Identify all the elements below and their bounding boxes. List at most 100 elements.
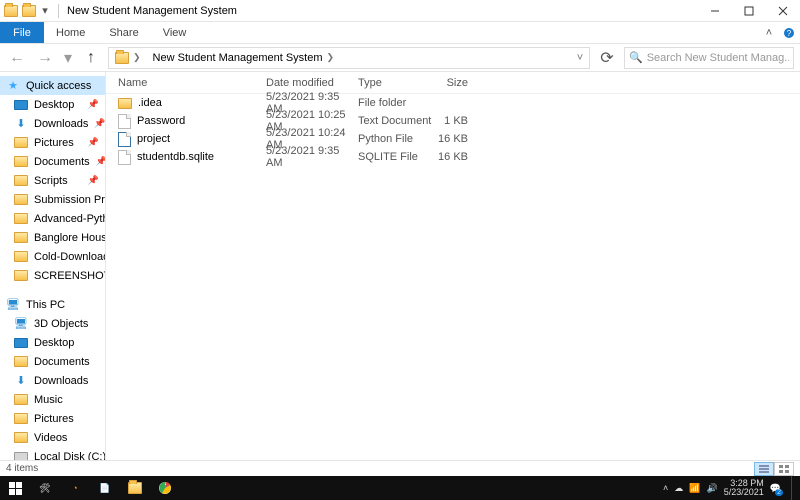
- nav-item[interactable]: Videos: [0, 428, 105, 447]
- taskbar-clock[interactable]: 3:28 PM 5/23/2021: [724, 479, 764, 498]
- help-button[interactable]: ?: [778, 22, 800, 43]
- nav-label: Downloads: [34, 118, 88, 130]
- nav-label: Cold-Downloader: [34, 251, 105, 263]
- nav-label: Music: [34, 394, 63, 406]
- nav-item[interactable]: ⬇ Downloads: [0, 371, 105, 390]
- file-type: Python File: [358, 133, 432, 145]
- nav-back[interactable]: ←: [6, 47, 28, 69]
- breadcrumb-segment[interactable]: New Student Management System: [153, 52, 323, 64]
- qat-dropdown[interactable]: ▾: [40, 4, 50, 18]
- nav-item[interactable]: Pictures 📌: [0, 133, 105, 152]
- pin-icon: 📌: [88, 137, 99, 148]
- nav-label: 3D Objects: [34, 318, 88, 330]
- search-input[interactable]: [647, 52, 789, 64]
- file-tab[interactable]: File: [0, 22, 44, 43]
- notifications-button[interactable]: 💬2: [770, 483, 781, 494]
- nav-item[interactable]: Local Disk (C:): [0, 447, 105, 460]
- column-headers: Name Date modified Type Size: [106, 72, 800, 94]
- col-date[interactable]: Date modified: [266, 77, 358, 89]
- breadcrumb-history-dropdown[interactable]: ˅: [573, 47, 587, 69]
- tray-volume-icon[interactable]: 🔊: [707, 483, 718, 494]
- search-box[interactable]: 🔍: [624, 47, 794, 69]
- taskbar-file-explorer[interactable]: [120, 476, 150, 500]
- taskbar-chrome[interactable]: [150, 476, 180, 500]
- file-row[interactable]: studentdb.sqlite 5/23/2021 9:35 AM SQLIT…: [106, 148, 800, 166]
- quick-access-toolbar: ▾: [0, 4, 63, 18]
- nav-item[interactable]: SCREENSHOTS: [0, 266, 105, 285]
- nav-item[interactable]: Submission Proje 📌: [0, 190, 105, 209]
- maximize-button[interactable]: [732, 0, 766, 22]
- nav-label: Videos: [34, 432, 67, 444]
- taskbar-app[interactable]: ◔: [60, 476, 90, 500]
- divider: [58, 4, 59, 18]
- pin-icon: 📌: [88, 175, 99, 186]
- clock-date: 5/23/2021: [724, 488, 764, 497]
- ribbon-collapse[interactable]: ˄: [760, 22, 778, 43]
- file-row[interactable]: .idea 5/23/2021 9:35 AM File folder: [106, 94, 800, 112]
- quick-access-root[interactable]: ★ Quick access: [0, 76, 105, 95]
- nav-forward[interactable]: →: [34, 47, 56, 69]
- folder-icon: [118, 98, 132, 109]
- nav-up[interactable]: ↑: [80, 47, 102, 69]
- nav-label: SCREENSHOTS: [34, 270, 105, 282]
- taskbar-app[interactable]: 🛠: [30, 476, 60, 500]
- col-type[interactable]: Type: [358, 77, 432, 89]
- chevron-right-icon: ❯: [327, 52, 335, 63]
- nav-label: Documents: [34, 356, 90, 368]
- tray-chevron-icon[interactable]: ˄: [663, 483, 668, 493]
- col-size[interactable]: Size: [432, 77, 474, 89]
- svg-text:?: ?: [787, 29, 792, 38]
- nav-item[interactable]: Desktop 📌: [0, 95, 105, 114]
- nav-label: Quick access: [26, 80, 91, 92]
- nav-item[interactable]: Advanced-Python-I: [0, 209, 105, 228]
- nav-item[interactable]: Banglore House-Pri: [0, 228, 105, 247]
- nav-item[interactable]: Documents 📌: [0, 152, 105, 171]
- file-row[interactable]: Password 5/23/2021 10:25 AM Text Documen…: [106, 112, 800, 130]
- breadcrumb[interactable]: ❯ New Student Management System❯ ˅: [108, 47, 590, 69]
- nav-item[interactable]: Pictures: [0, 409, 105, 428]
- file-name: studentdb.sqlite: [137, 151, 214, 163]
- status-bar: 4 items: [0, 460, 800, 476]
- nav-item[interactable]: 🖥 3D Objects: [0, 314, 105, 333]
- pin-icon: 📌: [88, 99, 99, 110]
- nav-item[interactable]: Scripts 📌: [0, 171, 105, 190]
- start-button[interactable]: [0, 476, 30, 500]
- tab-home[interactable]: Home: [44, 22, 97, 43]
- nav-label: Advanced-Python-I: [34, 213, 105, 225]
- nav-label: This PC: [26, 299, 65, 311]
- details-view-button[interactable]: [754, 462, 774, 476]
- tray-wifi-icon[interactable]: 📶: [689, 483, 700, 494]
- col-name[interactable]: Name: [106, 77, 266, 89]
- nav-item[interactable]: Cold-Downloader: [0, 247, 105, 266]
- file-date: 5/23/2021 9:35 AM: [266, 145, 358, 169]
- minimize-button[interactable]: [698, 0, 732, 22]
- nav-item[interactable]: Music: [0, 390, 105, 409]
- show-desktop-button[interactable]: [791, 476, 796, 500]
- taskbar: 🛠 ◔ 📄 ˄ ☁ 📶 🔊 3:28 PM 5/23/2021 💬2: [0, 476, 800, 500]
- nav-item[interactable]: Desktop: [0, 333, 105, 352]
- nav-item[interactable]: ⬇ Downloads 📌: [0, 114, 105, 133]
- folder-icon: [128, 482, 142, 494]
- file-size: 1 KB: [432, 115, 474, 127]
- tray-onedrive-icon[interactable]: ☁: [674, 483, 683, 494]
- nav-item[interactable]: Documents: [0, 352, 105, 371]
- ribbon-tabs: File Home Share View ˄ ?: [0, 22, 800, 44]
- thumbnails-view-button[interactable]: [774, 462, 794, 476]
- taskbar-app[interactable]: 📄: [90, 476, 120, 500]
- system-tray: ˄ ☁ 📶 🔊 3:28 PM 5/23/2021 💬2: [663, 476, 800, 500]
- file-name: project: [137, 133, 170, 145]
- file-row[interactable]: project 5/23/2021 10:24 AM Python File 1…: [106, 130, 800, 148]
- file-size: 16 KB: [432, 133, 474, 145]
- folder-overlay-icon: [22, 5, 36, 17]
- pin-icon: 📌: [94, 118, 105, 129]
- folder-icon: [115, 52, 129, 64]
- tab-share[interactable]: Share: [97, 22, 150, 43]
- tab-view[interactable]: View: [151, 22, 199, 43]
- file-type: File folder: [358, 97, 432, 109]
- refresh-button[interactable]: ⟳: [596, 48, 618, 68]
- nav-label: Submission Proje: [34, 194, 105, 206]
- nav-recent-dropdown[interactable]: ▾: [62, 47, 74, 69]
- close-button[interactable]: [766, 0, 800, 22]
- this-pc-root[interactable]: 🖥 This PC: [0, 295, 105, 314]
- file-icon: [118, 150, 131, 165]
